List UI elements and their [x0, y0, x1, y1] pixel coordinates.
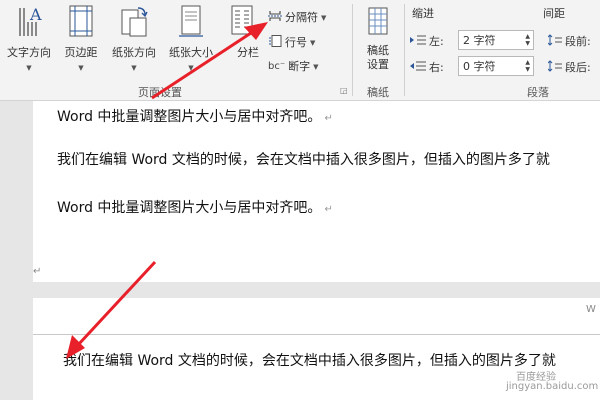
spacing-after-label: 段后: — [565, 61, 591, 74]
indent-right-row: 右: — [410, 60, 444, 76]
spinner-arrows-icon[interactable]: ▲ ▼ — [525, 59, 530, 73]
spacing-after-icon — [547, 60, 562, 76]
header-corner-mark: W — [586, 304, 596, 315]
indent-left-label: 左: — [429, 35, 444, 48]
watermark-url: jingyan.baidu.com — [506, 381, 599, 392]
hyphenation-icon: bc⁻ — [268, 61, 286, 72]
paragraph-text: Word 中批量调整图片大小与居中对齐吧。 — [57, 109, 322, 125]
margins-label: 页边距 — [64, 46, 98, 59]
spacing-before-icon — [547, 34, 562, 50]
spacing-before-label: 段前: — [565, 35, 591, 48]
spinner-arrows-icon[interactable]: ▲ ▼ — [525, 33, 530, 47]
manuscript-settings-button[interactable]: 稿纸设置 — [358, 6, 398, 72]
text-direction-button[interactable]: A 文字方向 ▼ — [2, 4, 56, 72]
dialog-launcher-icon[interactable]: ◲ — [340, 86, 348, 95]
line-numbers-icon — [268, 35, 282, 51]
line-numbers-button[interactable]: 行号 ▼ — [268, 35, 315, 51]
size-label: 纸张大小 — [169, 46, 213, 59]
hyphenation-button[interactable]: bc⁻ 断字 ▼ — [268, 60, 319, 74]
columns-label: 分栏 — [237, 46, 259, 59]
paragraph-text: Word 中批量调整图片大小与居中对齐吧。 — [57, 200, 322, 216]
paragraph-mark: ↵ — [324, 113, 333, 124]
indent-right-label: 右: — [429, 61, 444, 74]
manuscript-icon — [364, 6, 392, 40]
chevron-down-icon: ▼ — [78, 64, 84, 72]
indent-left-icon — [410, 34, 426, 50]
paragraph[interactable]: 我们在编辑 Word 文档的时候，会在文档中插入很多图片，但插入的图片多了就 — [63, 352, 556, 370]
paragraph-mark: ↵ — [324, 204, 333, 215]
ribbon: A 文字方向 ▼ 页边距 ▼ 纸张方向 ▼ 纸张大小 ▼ 分栏 分隔符 ▼ 行号… — [0, 0, 600, 101]
indent-left-value: 2 字符 — [463, 34, 496, 47]
chevron-down-icon: ▼ — [321, 14, 327, 22]
page-setup-group-label: 页面设置 — [138, 86, 182, 99]
indent-title: 缩进 — [412, 7, 434, 20]
spacing-before-row: 段前: — [547, 34, 591, 50]
text-direction-label: 文字方向 — [7, 46, 51, 59]
page-1[interactable] — [33, 101, 600, 282]
breaks-label: 分隔符 — [285, 11, 318, 24]
line-numbers-label: 行号 — [285, 36, 307, 49]
manuscript-settings-label: 稿纸设置 — [367, 44, 389, 71]
size-button[interactable]: 纸张大小 ▼ — [163, 4, 219, 72]
text-direction-icon: A — [15, 4, 43, 38]
paragraph[interactable]: Word 中批量调整图片大小与居中对齐吧。 ↵ — [57, 108, 333, 128]
indent-right-value: 0 字符 — [463, 60, 496, 73]
paper-size-icon — [177, 4, 205, 38]
header-divider — [33, 334, 600, 335]
spacing-after-row: 段后: — [547, 60, 591, 76]
indent-left-row: 左: — [410, 34, 444, 50]
group-divider — [404, 4, 405, 96]
chevron-down-icon: ▼ — [313, 63, 319, 71]
indent-right-input[interactable]: 0 字符 ▲ ▼ — [458, 56, 534, 76]
chevron-down-icon: ▼ — [188, 64, 194, 72]
indent-left-input[interactable]: 2 字符 ▲ ▼ — [458, 30, 534, 50]
chevron-down-icon: ▼ — [310, 39, 316, 47]
paragraph-text: 我们在编辑 Word 文档的时候，会在文档中插入很多图片，但插入的图片多了就 — [63, 353, 556, 369]
paragraph-group-label: 段落 — [527, 86, 549, 99]
paragraph-text: 我们在编辑 Word 文档的时候，会在文档中插入很多图片，但插入的图片多了就 — [57, 152, 550, 168]
spacing-title: 间距 — [543, 7, 565, 20]
margins-button[interactable]: 页边距 ▼ — [58, 4, 104, 72]
hyphenation-label: 断字 — [288, 60, 311, 73]
orientation-label: 纸张方向 — [112, 46, 156, 59]
margins-icon — [67, 4, 95, 38]
indent-right-icon — [410, 60, 426, 76]
orientation-icon — [120, 4, 148, 38]
columns-icon — [228, 4, 256, 38]
paragraph[interactable]: Word 中批量调整图片大小与居中对齐吧。 ↵ — [57, 199, 333, 219]
svg-text:A: A — [29, 5, 42, 24]
chevron-down-icon: ▼ — [26, 64, 32, 72]
page-break-icon — [268, 10, 282, 26]
orientation-button[interactable]: 纸张方向 ▼ — [106, 4, 162, 72]
breaks-button[interactable]: 分隔符 ▼ — [268, 10, 326, 26]
columns-button[interactable]: 分栏 — [224, 4, 260, 60]
chevron-down-icon: ▼ — [131, 64, 137, 72]
paragraph-mark: ↵ — [33, 266, 42, 277]
manuscript-group-label: 稿纸 — [367, 86, 389, 99]
group-divider — [352, 4, 353, 96]
paragraph[interactable]: 我们在编辑 Word 文档的时候，会在文档中插入很多图片，但插入的图片多了就 — [57, 151, 550, 169]
